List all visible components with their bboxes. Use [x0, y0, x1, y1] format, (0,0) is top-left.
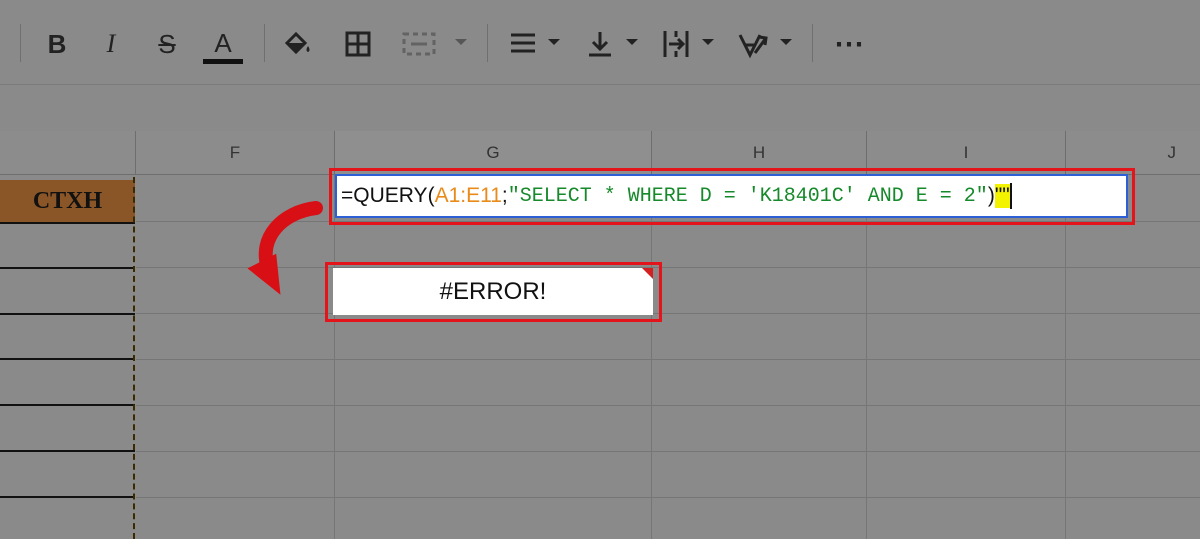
toolbar-separator: [264, 24, 265, 62]
strikethrough-button[interactable]: S: [150, 24, 184, 64]
sheet-grid[interactable]: [0, 175, 1200, 539]
text-rotation-button[interactable]: [736, 24, 770, 64]
copy-selection-border: [133, 177, 135, 539]
toolbar: B I S A ⋯: [0, 0, 1200, 85]
grid-line: [136, 497, 1200, 498]
toolbar-separator: [20, 24, 21, 62]
borders-icon: [345, 31, 371, 57]
chevron-down-icon[interactable]: [702, 39, 714, 45]
error-indicator-icon[interactable]: [642, 268, 653, 279]
more-button[interactable]: ⋯: [831, 24, 867, 64]
toolbar-separator: [487, 24, 488, 62]
chevron-down-icon[interactable]: [548, 39, 560, 45]
formula-bar-area: [0, 85, 1200, 132]
text-rotation-icon: [738, 34, 768, 59]
grid-line: [136, 359, 1200, 360]
column-label: G: [486, 142, 500, 162]
grid-line: [136, 313, 1200, 314]
grid-line: [651, 175, 652, 539]
merge-cells-icon: [402, 32, 436, 56]
column-label: H: [752, 142, 766, 162]
column-header-e[interactable]: [0, 131, 136, 175]
cell-border: [0, 450, 135, 452]
vertical-align-icon: [589, 32, 611, 57]
horizontal-align-button[interactable]: [506, 24, 540, 64]
borders-button[interactable]: [341, 24, 375, 64]
grid-line: [1065, 175, 1066, 539]
horizontal-align-icon: [511, 33, 535, 53]
formula-cell-editor[interactable]: =QUERY(A1:E11; "SELECT * WHERE D = 'K1840…: [335, 174, 1128, 218]
italic-button[interactable]: I: [94, 24, 128, 64]
cell-border: [0, 267, 135, 269]
vertical-align-button[interactable]: [583, 24, 617, 64]
column-header-f[interactable]: F: [136, 131, 335, 175]
fill-color-button[interactable]: [281, 24, 315, 64]
error-text: #ERROR!: [439, 277, 547, 305]
toolbar-separator: [812, 24, 813, 62]
error-cell[interactable]: #ERROR!: [333, 268, 653, 315]
bold-button[interactable]: B: [40, 24, 74, 64]
red-arrow-icon: [247, 201, 323, 295]
column-label: F: [229, 142, 241, 162]
merge-cells-button[interactable]: [399, 24, 439, 64]
grid-line: [866, 175, 867, 539]
fill-color-icon: [284, 31, 310, 55]
grid-line: [136, 405, 1200, 406]
formula-range: A1:E11: [434, 184, 502, 207]
column-label: I: [963, 142, 969, 162]
text-color-button[interactable]: A: [203, 24, 243, 68]
formula-query-string: "SELECT * WHERE D = 'K18401C' AND E = 2": [507, 184, 988, 208]
text-cursor: [1009, 183, 1012, 209]
grid-line: [136, 451, 1200, 452]
text-color-swatch: [203, 58, 243, 64]
text-wrapping-icon: [663, 31, 689, 57]
cell-border: [0, 358, 135, 360]
cell-border: [0, 222, 135, 224]
formula-extra-quotes: "": [994, 184, 1010, 208]
chevron-down-icon[interactable]: [780, 39, 792, 45]
cell-ctxh-header[interactable]: CTXH: [0, 180, 135, 222]
cell-border: [0, 404, 135, 406]
text-wrapping-button[interactable]: [659, 24, 693, 64]
chevron-down-icon[interactable]: [626, 39, 638, 45]
text-color-icon: A: [214, 27, 232, 58]
chevron-down-icon[interactable]: [455, 39, 467, 45]
formula-close-paren: ): [987, 184, 995, 207]
cell-text: CTXH: [32, 187, 103, 214]
column-label: J: [1167, 142, 1177, 162]
cell-border: [0, 313, 135, 315]
formula-function: =QUERY(: [341, 184, 435, 207]
cell-border: [0, 496, 135, 498]
